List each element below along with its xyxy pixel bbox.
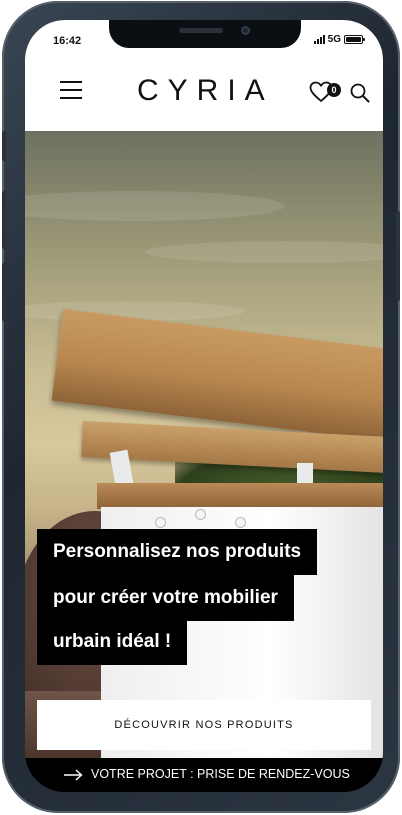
hero-banner: Personnalisez nos produits pour créer vo… <box>25 131 383 758</box>
status-indicators: 5G <box>313 34 365 45</box>
mute-switch <box>2 131 6 161</box>
notch <box>109 20 301 48</box>
bench-hole <box>235 517 246 528</box>
signal-icon <box>313 35 325 44</box>
bench-seat <box>97 483 383 509</box>
network-type: 5G <box>327 34 341 45</box>
front-camera <box>241 26 250 35</box>
appointment-label: VOTRE PROJET : PRISE DE RENDEZ-VOUS <box>91 767 350 781</box>
battery-icon <box>344 35 365 44</box>
menu-icon[interactable] <box>60 80 82 100</box>
phone-frame: 16:42 5G CYRIA 0 Personnalisez nos produ… <box>2 1 400 813</box>
site-logo[interactable]: CYRIA <box>137 74 271 108</box>
discover-products-button[interactable]: DÉCOUVRIR NOS PRODUITS <box>37 700 371 750</box>
volume-down-button <box>2 263 6 321</box>
volume-up-button <box>2 191 6 249</box>
power-button <box>396 211 400 301</box>
search-icon[interactable] <box>350 83 370 103</box>
arrow-right-icon <box>64 769 83 781</box>
wishlist-button[interactable]: 0 <box>309 81 341 105</box>
site-header: CYRIA 0 <box>25 54 383 131</box>
wishlist-count-badge: 0 <box>327 83 341 97</box>
hero-headline-line-3: urbain idéal ! <box>37 619 188 665</box>
screen: 16:42 5G CYRIA 0 Personnalisez nos produ… <box>25 20 383 792</box>
status-bar: 16:42 5G <box>25 20 383 54</box>
battery-level <box>346 37 361 42</box>
appointment-bar[interactable]: VOTRE PROJET : PRISE DE RENDEZ-VOUS <box>25 758 383 792</box>
hero-headline-line-2: pour créer votre mobilier <box>37 575 294 621</box>
bench-hole <box>195 509 206 520</box>
speaker-grille <box>179 28 223 33</box>
status-time: 16:42 <box>53 35 82 47</box>
hero-headline-line-1: Personnalisez nos produits <box>37 529 318 575</box>
bench-hole <box>155 517 166 528</box>
